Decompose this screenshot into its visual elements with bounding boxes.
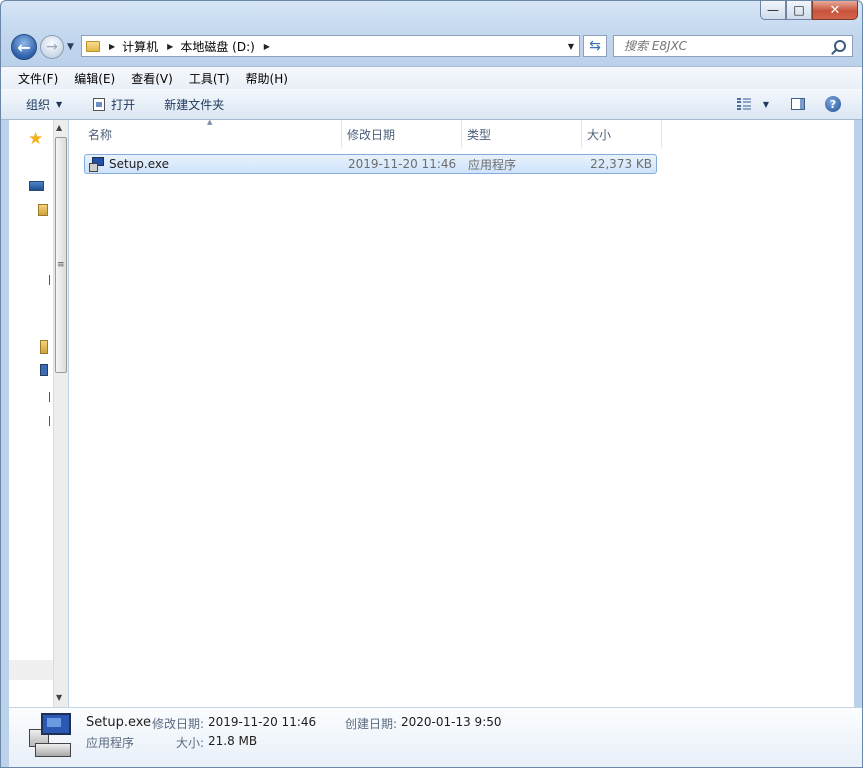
back-button[interactable]: ← xyxy=(11,34,37,60)
open-label: 打开 xyxy=(111,97,136,112)
new-folder-label: 新建文件夹 xyxy=(164,97,225,112)
column-header-name[interactable]: ▲ 名称 xyxy=(83,118,342,148)
breadcrumb-chevron-icon[interactable]: ▶ xyxy=(264,42,270,51)
open-button[interactable]: 打开 xyxy=(93,92,135,116)
file-modified: 2019-11-20 11:46 xyxy=(348,157,457,171)
libraries-icon[interactable] xyxy=(38,204,48,216)
command-bar: 组织 ▼ 打开 新建文件夹 ▼ ? xyxy=(1,89,862,120)
refresh-icon: ⇆ xyxy=(589,38,601,54)
folder-icon xyxy=(86,40,100,52)
search-input[interactable] xyxy=(622,38,831,54)
file-name: Setup.exe xyxy=(109,157,170,171)
desktop-icon[interactable] xyxy=(29,181,44,191)
breadcrumb-local-disk[interactable]: 本地磁盘 (D:) xyxy=(180,38,254,55)
maximize-button[interactable]: □ xyxy=(786,1,812,20)
tree-line xyxy=(49,275,50,285)
column-modified-label: 修改日期 xyxy=(347,127,396,142)
details-file-name: Setup.exe xyxy=(86,715,152,730)
navigation-pane: ★ xyxy=(9,120,53,707)
caption-buttons: — □ ✕ xyxy=(760,1,858,21)
column-type-label: 类型 xyxy=(467,127,492,142)
navigation-scrollbar[interactable]: ▲ ▼ xyxy=(53,120,68,707)
breadcrumb-chevron-icon[interactable]: ▶ xyxy=(167,42,173,51)
column-header-size[interactable]: 大小 xyxy=(582,120,662,148)
breadcrumb-chevron-icon[interactable]: ▶ xyxy=(109,42,115,51)
menu-file[interactable]: 文件(F) xyxy=(18,70,58,87)
details-modified-value: 2019-11-20 11:46 xyxy=(208,715,317,729)
file-size: 22,373 KB xyxy=(590,157,652,171)
minimize-button[interactable]: — xyxy=(760,1,786,20)
details-size-label: 大小: xyxy=(176,736,205,750)
recent-pages-dropdown[interactable]: ▼ xyxy=(67,42,74,52)
details-size-value: 21.8 MB xyxy=(208,734,258,748)
toolbar-right: ▼ ? xyxy=(736,96,862,112)
menu-edit[interactable]: 编辑(E) xyxy=(74,70,115,87)
arrow-left-icon: ← xyxy=(17,37,31,57)
minimize-icon: — xyxy=(767,3,779,17)
preview-pane-icon[interactable] xyxy=(791,98,805,110)
details-created-value: 2020-01-13 9:50 xyxy=(401,715,502,729)
scroll-down-icon[interactable]: ▼ xyxy=(56,693,62,702)
file-type: 应用程序 xyxy=(468,157,517,172)
details-modified-label: 修改日期: xyxy=(152,717,205,731)
change-view-icon[interactable] xyxy=(736,98,751,110)
menu-tools[interactable]: 工具(T) xyxy=(189,70,230,87)
column-header-row: ▲ 名称 修改日期 类型 大小 xyxy=(83,118,662,148)
column-name-label: 名称 xyxy=(88,127,113,142)
details-created-label: 创建日期: xyxy=(345,717,398,731)
navigation-pane-footer xyxy=(9,660,53,680)
maximize-icon: □ xyxy=(793,3,805,17)
network-icon[interactable] xyxy=(40,364,48,376)
organize-label: 组织 xyxy=(26,97,51,112)
exe-setup-icon xyxy=(89,156,105,172)
scroll-up-icon[interactable]: ▲ xyxy=(56,123,62,132)
menu-view[interactable]: 查看(V) xyxy=(131,70,173,87)
search-box[interactable] xyxy=(613,35,853,57)
open-file-icon xyxy=(93,97,106,111)
new-folder-button[interactable]: 新建文件夹 xyxy=(164,92,224,116)
favorites-star-icon[interactable]: ★ xyxy=(28,129,43,149)
close-button[interactable]: ✕ xyxy=(812,1,858,20)
close-icon: ✕ xyxy=(829,2,841,18)
chevron-down-icon: ▼ xyxy=(56,99,63,109)
scroll-thumb[interactable] xyxy=(55,137,67,373)
column-size-label: 大小 xyxy=(587,127,612,142)
column-header-modified[interactable]: 修改日期 xyxy=(342,120,462,148)
address-bar[interactable]: ▶ 计算机 ▶ 本地磁盘 (D:) ▶ ▼ xyxy=(81,35,580,57)
menu-help[interactable]: 帮助(H) xyxy=(246,70,288,87)
tree-line xyxy=(49,416,50,426)
arrow-right-icon: → xyxy=(46,39,58,55)
explorer-window: — □ ✕ ← → ▼ ▶ 计算机 ▶ 本地磁盘 (D:) ▶ ▼ ⇆ 文件(F… xyxy=(0,0,863,768)
right-edge xyxy=(854,120,862,707)
file-row-setup[interactable]: Setup.exe 2019-11-20 11:46 应用程序 22,373 K… xyxy=(84,154,657,174)
details-file-type: 应用程序 xyxy=(86,736,135,750)
view-options-dropdown-icon[interactable]: ▼ xyxy=(763,100,769,109)
organize-button[interactable]: 组织 ▼ xyxy=(26,92,62,116)
address-history-dropdown[interactable]: ▼ xyxy=(568,42,574,51)
folder-icon[interactable] xyxy=(40,340,48,354)
refresh-button[interactable]: ⇆ xyxy=(583,35,607,57)
breadcrumb-computer[interactable]: 计算机 xyxy=(122,38,158,55)
exe-setup-large-icon xyxy=(27,713,73,759)
tree-line xyxy=(49,392,50,402)
column-header-type[interactable]: 类型 xyxy=(462,120,582,148)
details-pane: Setup.exe 修改日期: 2019-11-20 11:46 创建日期: 2… xyxy=(9,707,862,767)
menu-bar: 文件(F) 编辑(E) 查看(V) 工具(T) 帮助(H) xyxy=(1,66,862,90)
file-list: ▲ 名称 修改日期 类型 大小 Setup.exe 2019-11-20 11:… xyxy=(69,118,854,707)
help-icon[interactable]: ? xyxy=(825,96,841,112)
search-icon[interactable] xyxy=(834,40,846,52)
forward-button[interactable]: → xyxy=(40,35,64,59)
sort-ascending-icon: ▲ xyxy=(207,118,213,126)
